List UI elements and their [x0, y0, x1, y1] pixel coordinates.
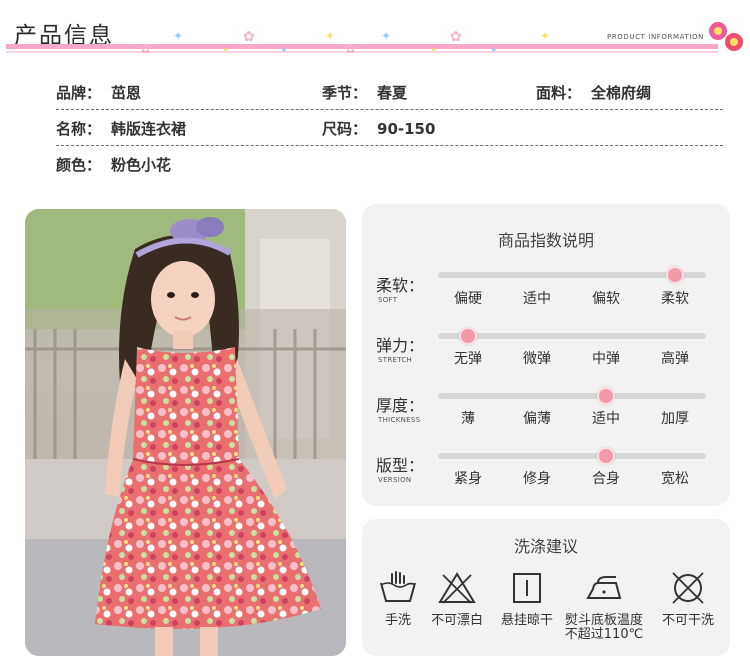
product-index-panel: 商品指数说明 柔软： SOFT 偏硬 适中 偏软 柔软 弹力： STRETCH … — [362, 204, 730, 506]
header-divider-light — [6, 51, 718, 53]
color-key: 颜色： — [56, 156, 102, 174]
fabric-attribute: 面料： 全棉府绸 — [536, 76, 651, 110]
stretch-label: 弹力： — [376, 336, 425, 355]
brand-key: 品牌： — [56, 84, 102, 102]
girl-in-floral-dress-image — [25, 209, 346, 656]
no-dry-clean-icon — [672, 572, 704, 604]
fit-option: 紧身 — [454, 471, 482, 487]
stretch-option: 无弹 — [454, 351, 482, 367]
size-key: 尺码： — [322, 120, 368, 138]
stretch-scale — [438, 333, 706, 339]
thickness-scale — [438, 393, 706, 399]
season-key: 季节： — [322, 84, 368, 102]
brand-attribute: 品牌： 茁恩 — [56, 76, 141, 110]
thickness-indicator — [597, 387, 615, 405]
color-value: 粉色小花 — [111, 156, 172, 174]
section-subtitle: PRODUCT INFORMATION — [607, 33, 704, 41]
section-header: 产品信息 PRODUCT INFORMATION ✦ ✿ ✦ ✦ ✿ ✦ ✿ ✿… — [0, 0, 750, 60]
hand-wash-icon — [380, 571, 416, 602]
star-decoration-icon: ✦ — [173, 29, 184, 43]
softness-option: 适中 — [523, 291, 551, 307]
wash-panel-title: 洗涤建议 — [513, 537, 578, 556]
star-decoration-icon: ✦ — [325, 29, 336, 43]
star-decoration-icon: ✦ — [222, 46, 230, 56]
attribute-row: 品牌： 茁恩 季节： 春夏 面料： 全棉府绸 — [56, 76, 723, 110]
name-value: 韩版连衣裙 — [111, 120, 187, 138]
index-panel-title: 商品指数说明 — [497, 231, 594, 250]
stretch-option: 中弹 — [592, 351, 620, 367]
name-key: 名称： — [56, 120, 102, 138]
softness-option: 偏软 — [592, 291, 620, 307]
name-attribute: 名称： 韩版连衣裙 — [56, 112, 186, 146]
star-decoration-icon: ✦ — [430, 46, 438, 56]
wash-item-label: 不可干洗 — [661, 613, 714, 628]
softness-option: 偏硬 — [454, 291, 482, 307]
header-divider — [6, 44, 718, 49]
flower-decoration-icon — [725, 33, 743, 51]
fit-label-en: VERSION — [378, 476, 412, 484]
fit-label: 版型： — [376, 456, 425, 475]
no-bleach-icon — [438, 572, 476, 604]
star-decoration-icon: ✦ — [280, 46, 288, 56]
thickness-option: 薄 — [461, 411, 475, 427]
fabric-key: 面料： — [536, 84, 582, 102]
thickness-label-en: THICKNESS — [378, 416, 421, 424]
fabric-value: 全棉府绸 — [591, 84, 652, 102]
softness-indicator — [666, 266, 684, 284]
fit-option: 修身 — [523, 471, 551, 487]
star-decoration-icon: ✦ — [490, 46, 498, 56]
season-attribute: 季节： 春夏 — [322, 76, 407, 110]
fit-option: 宽松 — [661, 471, 689, 487]
fit-indicator — [597, 447, 615, 465]
flower-decoration-icon: ✿ — [345, 42, 356, 57]
stretch-option: 高弹 — [661, 351, 689, 367]
brand-value: 茁恩 — [111, 84, 142, 102]
season-value: 春夏 — [377, 84, 408, 102]
attribute-row: 名称： 韩版连衣裙 尺码： 90-150 — [56, 112, 723, 146]
size-value: 90-150 — [377, 120, 436, 138]
thickness-option: 加厚 — [661, 411, 689, 427]
flower-decoration-icon — [709, 22, 727, 40]
stretch-indicator — [459, 327, 477, 345]
hang-dry-icon — [513, 573, 541, 603]
wash-item-label-line2: 不超过110℃ — [564, 627, 644, 642]
thickness-option: 适中 — [592, 411, 620, 427]
flower-decoration-icon: ✿ — [140, 42, 151, 57]
iron-low-icon — [586, 576, 622, 599]
softness-label: 柔软： — [376, 276, 425, 295]
star-decoration-icon: ✦ — [381, 29, 392, 43]
softness-label-en: SOFT — [378, 296, 398, 304]
wash-care-panel: 洗涤建议 手洗 不可漂白 悬挂晾干 熨斗底板温度 不超过110℃ 不可干洗 — [362, 519, 730, 656]
thickness-label: 厚度： — [376, 396, 425, 415]
wash-item-label: 熨斗底板温度 — [564, 613, 643, 628]
product-photo — [25, 209, 346, 656]
fit-option: 合身 — [592, 471, 620, 487]
thickness-option: 偏薄 — [523, 411, 551, 427]
size-attribute: 尺码： 90-150 — [322, 112, 435, 146]
stretch-label-en: STRETCH — [378, 356, 413, 364]
attribute-row: 颜色： 粉色小花 — [56, 148, 723, 182]
stretch-option: 微弹 — [523, 351, 551, 367]
fit-scale — [438, 453, 706, 459]
flower-decoration-icon: ✿ — [450, 29, 462, 45]
star-decoration-icon: ✦ — [540, 29, 551, 43]
flower-decoration-icon: ✿ — [243, 29, 255, 45]
softness-option: 柔软 — [661, 291, 689, 307]
color-attribute: 颜色： 粉色小花 — [56, 148, 171, 182]
